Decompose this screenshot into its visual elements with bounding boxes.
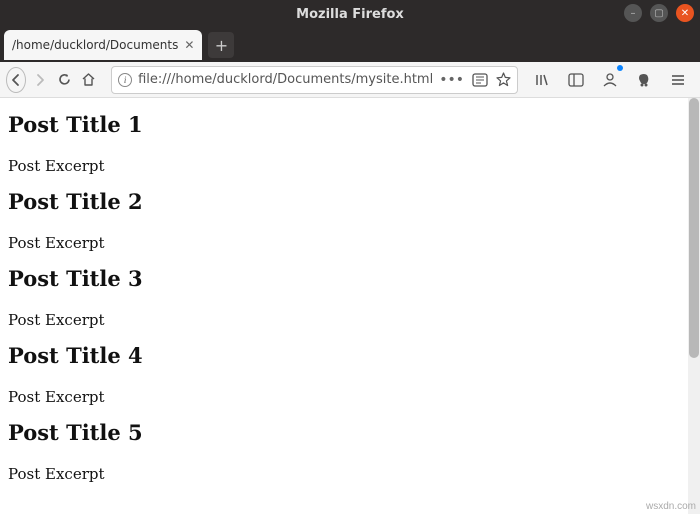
post-excerpt: Post Excerpt (8, 234, 692, 252)
window-title: Mozilla Firefox (296, 7, 404, 22)
window-titlebar: Mozilla Firefox – ▢ ✕ (0, 0, 700, 28)
scrollbar-thumb[interactable] (689, 98, 699, 358)
watermark: wsxdn.com (646, 501, 696, 512)
post-title: Post Title 3 (8, 266, 692, 291)
tab-title: /home/ducklord/Documents (12, 38, 178, 52)
close-button[interactable]: ✕ (676, 4, 694, 22)
post: Post Title 5 Post Excerpt (8, 420, 692, 483)
nav-toolbar: i file:///home/ducklord/Documents/mysite… (0, 62, 700, 98)
reader-mode-icon[interactable] (472, 73, 488, 87)
sidebar-button[interactable] (564, 66, 588, 94)
rendered-page: Post Title 1 Post Excerpt Post Title 2 P… (0, 98, 700, 511)
tab-strip: /home/ducklord/Documents ✕ + (0, 28, 700, 62)
account-button[interactable] (598, 66, 622, 94)
reload-button[interactable] (54, 66, 75, 94)
post-title: Post Title 2 (8, 189, 692, 214)
back-button[interactable] (6, 67, 26, 93)
post-title: Post Title 5 (8, 420, 692, 445)
vertical-scrollbar[interactable] (688, 98, 700, 514)
sidebar-icon (568, 73, 584, 87)
info-icon[interactable]: i (118, 73, 132, 87)
gnome-foot-icon (636, 72, 652, 88)
post-excerpt: Post Excerpt (8, 157, 692, 175)
url-bar[interactable]: i file:///home/ducklord/Documents/mysite… (111, 66, 518, 94)
bookmark-star-icon[interactable] (496, 72, 511, 87)
toolbar-right (530, 66, 694, 94)
post-excerpt: Post Excerpt (8, 465, 692, 483)
account-icon (602, 72, 618, 88)
new-tab-button[interactable]: + (208, 32, 234, 58)
post: Post Title 1 Post Excerpt (8, 112, 692, 175)
arrow-left-icon (9, 73, 23, 87)
more-dots-icon[interactable]: ••• (439, 72, 464, 88)
tab-close-icon[interactable]: ✕ (178, 38, 194, 52)
url-text: file:///home/ducklord/Documents/mysite.h… (138, 72, 433, 87)
notification-dot-icon (617, 65, 623, 71)
hamburger-icon (670, 73, 686, 87)
window-controls: – ▢ ✕ (624, 4, 694, 22)
post: Post Title 3 Post Excerpt (8, 266, 692, 329)
post-title: Post Title 1 (8, 112, 692, 137)
extension-button[interactable] (632, 66, 656, 94)
minimize-button[interactable]: – (624, 4, 642, 22)
reload-icon (57, 72, 72, 87)
browser-tab[interactable]: /home/ducklord/Documents ✕ (4, 30, 202, 60)
post-excerpt: Post Excerpt (8, 388, 692, 406)
post: Post Title 4 Post Excerpt (8, 343, 692, 406)
home-icon (81, 72, 96, 87)
content-area: Post Title 1 Post Excerpt Post Title 2 P… (0, 98, 700, 514)
post-excerpt: Post Excerpt (8, 311, 692, 329)
post-title: Post Title 4 (8, 343, 692, 368)
library-button[interactable] (530, 66, 554, 94)
forward-button[interactable] (30, 66, 51, 94)
post: Post Title 2 Post Excerpt (8, 189, 692, 252)
arrow-right-icon (33, 73, 47, 87)
library-icon (534, 72, 550, 88)
maximize-button[interactable]: ▢ (650, 4, 668, 22)
home-button[interactable] (79, 66, 100, 94)
menu-button[interactable] (666, 66, 690, 94)
